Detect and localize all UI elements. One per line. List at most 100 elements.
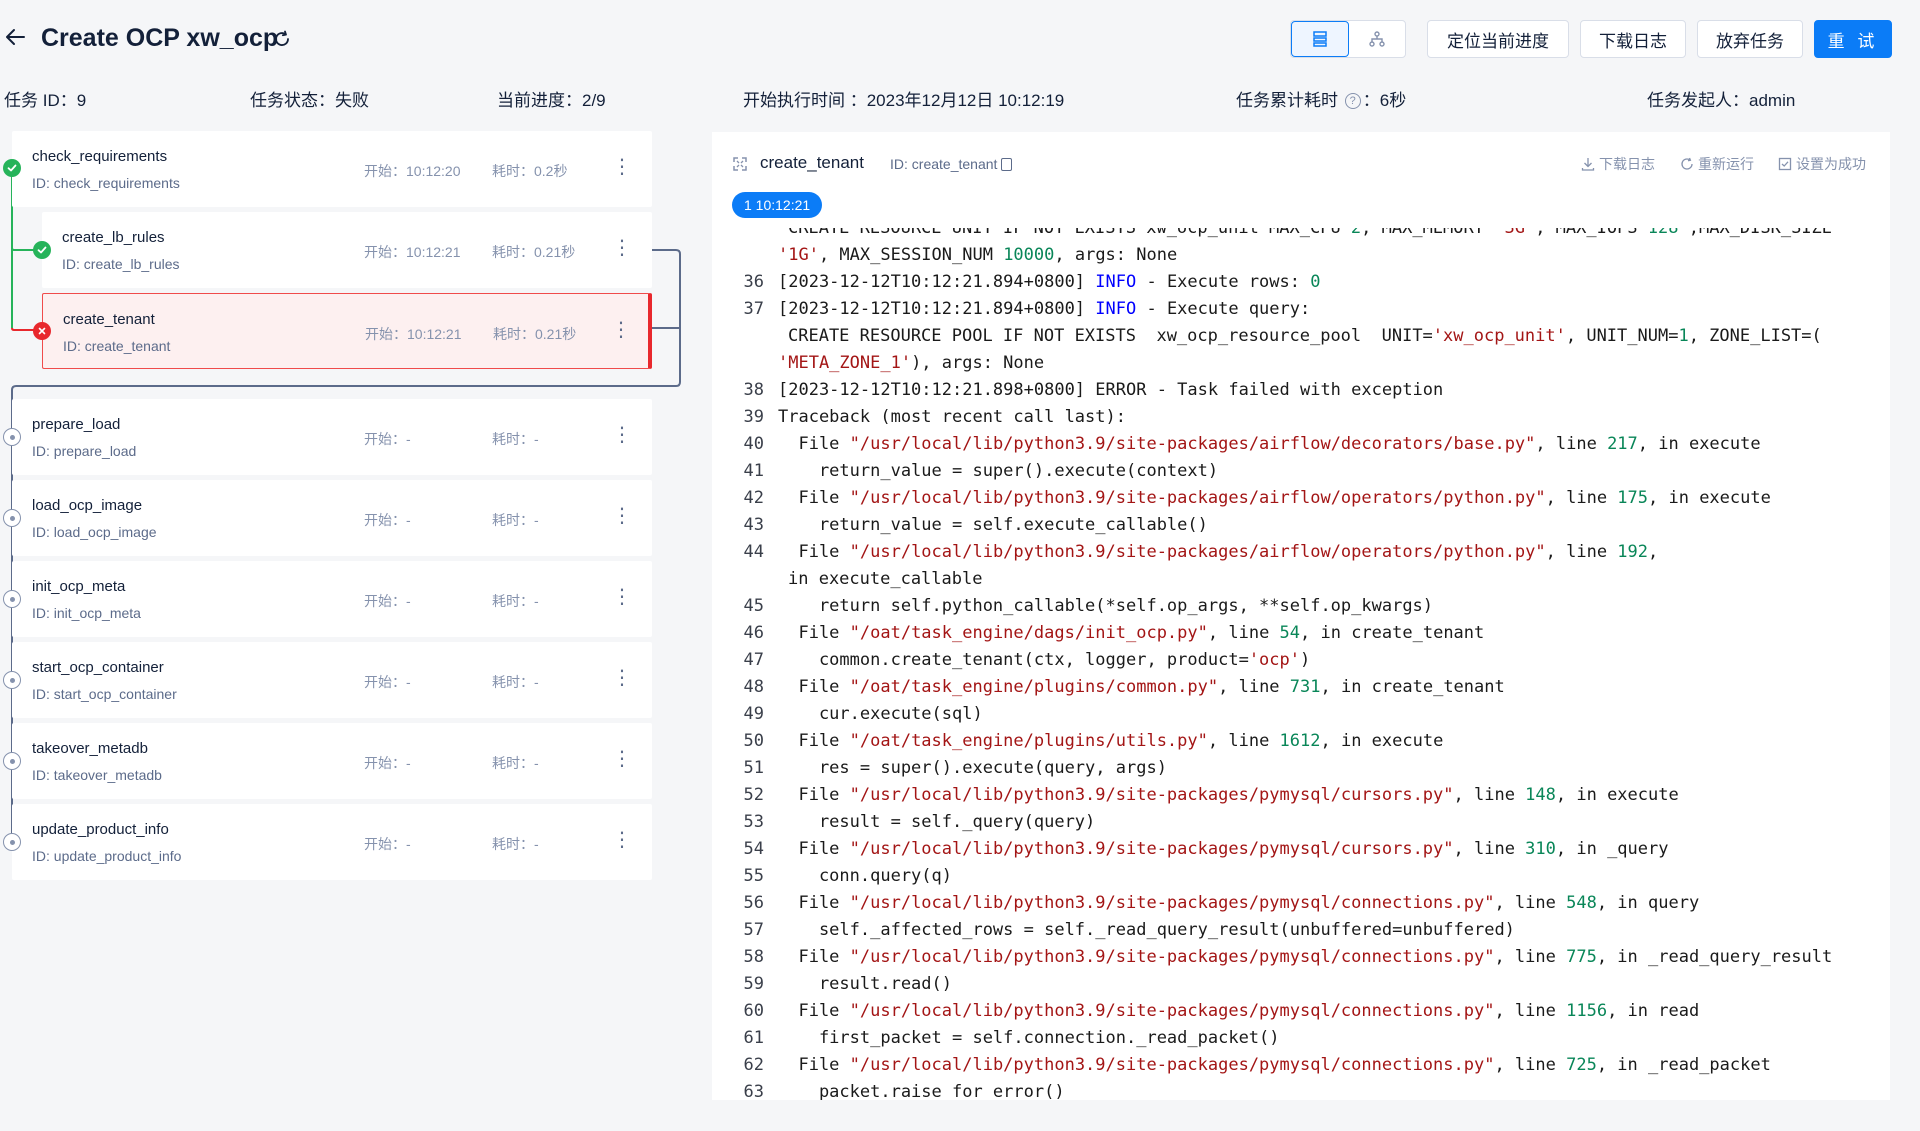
task-id-label: ID: takeover_metadb xyxy=(32,767,162,783)
task-card[interactable]: prepare_load ID: prepare_load 开始：- 耗时：- … xyxy=(12,399,652,475)
pending-node-icon xyxy=(3,428,21,446)
task-card[interactable]: start_ocp_container ID: start_ocp_contai… xyxy=(12,642,652,718)
log-token: INFO xyxy=(1095,272,1137,292)
back-arrow-icon[interactable] xyxy=(4,26,26,48)
task-start: 开始：- xyxy=(364,512,411,528)
log-token: "/usr/local/lib/python3.9/site-packages/… xyxy=(849,839,1454,859)
task-id-label: ID: start_ocp_container xyxy=(32,686,177,702)
log-token: return_value = self.execute_callable() xyxy=(778,515,1208,535)
log-rerun-action[interactable]: 重新运行 xyxy=(1680,154,1754,174)
download-log-button[interactable]: 下载日志 xyxy=(1580,20,1686,58)
more-icon[interactable]: ⋮ xyxy=(612,583,632,611)
download-icon xyxy=(1581,158,1595,171)
log-token: ), args: None xyxy=(911,353,1045,373)
log-token: 1156 xyxy=(1566,1001,1608,1021)
log-line-text: self._affected_rows = self._read_query_r… xyxy=(778,917,1515,944)
log-token: , line xyxy=(1494,1001,1567,1021)
log-download-action[interactable]: 下载日志 xyxy=(1581,154,1655,174)
log-token: packet.raise_for_error() xyxy=(778,1082,1065,1100)
abandon-task-button[interactable]: 放弃任务 xyxy=(1697,20,1803,58)
log-line-number: 63 xyxy=(743,1082,764,1100)
retry-button[interactable]: 重 试 xyxy=(1814,20,1892,58)
log-task-id-text: ID: create_tenant xyxy=(890,156,998,172)
log-line-text: res = super().execute(query, args) xyxy=(778,755,1167,782)
task-name: takeover_metadb xyxy=(32,740,148,757)
log-body[interactable]: CREATE RESOURCE UNIT IF NOT EXISTS xw_oc… xyxy=(712,228,1890,1100)
log-token: ) xyxy=(1300,650,1311,670)
log-line-text: File "/oat/task_engine/dags/init_ocp.py"… xyxy=(778,620,1484,647)
log-token: , ZONE_LIST=( xyxy=(1688,326,1822,346)
task-name: create_tenant xyxy=(63,311,155,328)
more-icon[interactable]: ⋮ xyxy=(612,664,632,692)
log-token: , MAX_IOPS xyxy=(1535,228,1648,238)
log-token: 310 xyxy=(1525,839,1556,859)
more-icon[interactable]: ⋮ xyxy=(612,234,632,262)
log-token: , in create_tenant xyxy=(1320,677,1505,697)
more-icon[interactable]: ⋮ xyxy=(612,153,632,181)
task-card[interactable]: load_ocp_image ID: load_ocp_image 开始：- 耗… xyxy=(12,480,652,556)
page-header: Create OCP xw_ocp 定位当前进度 下载日志 放弃任务 重 试 xyxy=(0,0,1920,80)
help-icon[interactable]: ? xyxy=(1344,93,1361,109)
pending-node-icon xyxy=(3,671,21,689)
log-token: , MAX_MEMORY xyxy=(1361,228,1495,238)
log-token: "/usr/local/lib/python3.9/site-packages/… xyxy=(849,434,1536,454)
log-token: "/usr/local/lib/python3.9/site-packages/… xyxy=(849,542,1546,562)
more-icon[interactable]: ⋮ xyxy=(612,421,632,449)
more-icon[interactable]: ⋮ xyxy=(612,826,632,854)
task-card[interactable]: update_product_info ID: update_product_i… xyxy=(12,804,652,880)
log-line-number: 37 xyxy=(743,299,764,319)
task-card[interactable]: init_ocp_meta ID: init_ocp_meta 开始：- 耗时：… xyxy=(12,561,652,637)
log-token: 175 xyxy=(1617,488,1649,508)
log-line-number: 36 xyxy=(743,272,764,292)
task-card[interactable]: create_lb_rules ID: create_lb_rules 开始：1… xyxy=(42,212,652,288)
log-token: conn.query(q) xyxy=(778,866,952,886)
refresh-icon[interactable] xyxy=(272,29,292,49)
log-line-text: CREATE RESOURCE UNIT IF NOT EXISTS xw_oc… xyxy=(788,228,1832,242)
log-token: , line xyxy=(1207,731,1280,751)
task-start: 开始：10:12:21 xyxy=(365,326,462,342)
log-token: File xyxy=(778,434,850,454)
fullscreen-icon[interactable] xyxy=(732,156,748,172)
log-token: , UNIT_NUM= xyxy=(1565,326,1679,346)
task-duration: 耗时：- xyxy=(492,674,539,690)
locate-progress-button[interactable]: 定位当前进度 xyxy=(1427,20,1569,58)
log-token: , in execute xyxy=(1320,731,1444,751)
log-line-number: 43 xyxy=(743,515,764,535)
log-token: return self.python_callable(*self.op_arg… xyxy=(778,596,1434,616)
log-token: result.read() xyxy=(778,974,952,994)
log-token: , line xyxy=(1453,839,1526,859)
log-task-id: ID: create_tenant xyxy=(890,156,1013,172)
log-line-number: 54 xyxy=(743,839,764,859)
log-token: INFO xyxy=(1095,299,1137,319)
log-token: res = super().execute(query, args) xyxy=(778,758,1167,778)
log-line-text: '1G', MAX_SESSION_NUM 10000, args: None xyxy=(778,242,1177,269)
graph-view-button[interactable] xyxy=(1349,21,1405,57)
log-token: , in _read_packet xyxy=(1596,1055,1771,1075)
more-icon[interactable]: ⋮ xyxy=(612,502,632,530)
log-token: "/oat/task_engine/plugins/utils.py" xyxy=(849,731,1208,751)
time-badge[interactable]: 1 10:12:21 xyxy=(732,192,823,218)
log-token: result = self._query(query) xyxy=(778,812,1096,832)
task-card-failed[interactable]: create_tenant ID: create_tenant 开始：10:12… xyxy=(42,293,652,369)
task-start: 开始：- xyxy=(364,836,411,852)
task-start: 开始：10:12:21 xyxy=(364,244,461,260)
list-view-button[interactable] xyxy=(1291,21,1349,57)
log-token: first_packet = self.connection._read_pac… xyxy=(778,1028,1280,1048)
log-line-text: Traceback (most recent call last): xyxy=(778,404,1126,431)
log-token: 1612 xyxy=(1279,731,1321,751)
copy-icon[interactable] xyxy=(1001,158,1013,171)
log-line-number: 39 xyxy=(743,407,764,427)
log-token: , in execute xyxy=(1555,785,1679,805)
log-mark-success-action[interactable]: 设置为成功 xyxy=(1778,154,1866,174)
log-line-text: common.create_tenant(ctx, logger, produc… xyxy=(778,647,1310,674)
task-elapsed: 任务累计耗时 ? ：6秒 xyxy=(1236,86,1406,111)
more-icon[interactable]: ⋮ xyxy=(612,745,632,773)
task-card[interactable]: check_requirements ID: check_requirement… xyxy=(12,131,652,207)
log-line-text: File "/oat/task_engine/plugins/utils.py"… xyxy=(778,728,1443,755)
more-icon[interactable]: ⋮ xyxy=(611,316,631,344)
log-mark-success-label: 设置为成功 xyxy=(1796,156,1866,172)
task-card[interactable]: takeover_metadb ID: takeover_metadb 开始：-… xyxy=(12,723,652,799)
task-name: start_ocp_container xyxy=(32,659,164,676)
log-line-number: 42 xyxy=(743,488,764,508)
task-initiator: 任务发起人：admin xyxy=(1647,91,1796,110)
